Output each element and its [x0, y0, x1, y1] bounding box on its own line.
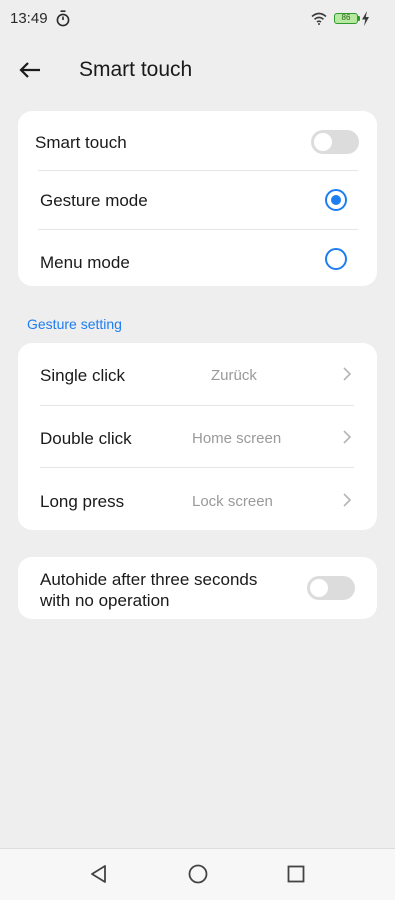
gesture-mode-radio[interactable] — [325, 189, 347, 211]
toggle-knob — [310, 579, 328, 597]
menu-mode-label: Menu mode — [40, 253, 130, 272]
divider — [40, 405, 354, 406]
battery-cap — [358, 16, 360, 21]
divider — [38, 170, 358, 171]
double-click-label: Double click — [40, 429, 132, 448]
battery-level: 86 — [341, 13, 351, 22]
chevron-right-icon — [343, 367, 352, 381]
home-circle-icon[interactable] — [186, 862, 210, 886]
section-header-gesture-setting: Gesture setting — [27, 316, 122, 332]
arrow-left-icon — [19, 62, 40, 78]
autohide-label: Autohide after three seconds with no ope… — [40, 570, 258, 610]
charging-icon — [362, 11, 369, 26]
timer-icon — [56, 10, 70, 27]
divider — [40, 467, 354, 468]
recents-square-icon[interactable] — [284, 862, 308, 886]
smart-touch-toggle-label: Smart touch — [35, 133, 127, 152]
radio-selected-dot — [331, 195, 341, 205]
chevron-right-icon — [343, 430, 352, 444]
long-press-value: Lock screen — [192, 493, 273, 510]
status-bar: 13:49 86 — [0, 0, 395, 38]
page-title: Smart touch — [79, 58, 193, 81]
toggle-knob — [314, 133, 332, 151]
smart-touch-toggle[interactable] — [311, 130, 359, 154]
battery-icon: 86 — [334, 13, 358, 24]
smart-touch-card: Smart touch Gesture mode Menu mode — [18, 111, 377, 286]
gesture-setting-card: Single click Zurück Double click Home sc… — [18, 343, 377, 530]
divider — [38, 229, 358, 230]
menu-mode-radio[interactable] — [325, 248, 347, 270]
single-click-label: Single click — [40, 366, 126, 385]
back-button[interactable] — [16, 56, 44, 84]
navigation-bar — [0, 848, 395, 900]
wifi-icon — [311, 12, 327, 25]
back-triangle-icon[interactable] — [87, 862, 111, 886]
gesture-mode-label: Gesture mode — [40, 191, 148, 210]
autohide-toggle[interactable] — [307, 576, 355, 600]
status-time: 13:49 — [10, 10, 48, 27]
chevron-right-icon — [343, 493, 352, 507]
double-click-value: Home screen — [192, 430, 282, 447]
autohide-card: Autohide after three seconds with no ope… — [18, 557, 377, 619]
long-press-label: Long press — [40, 492, 125, 511]
single-click-value: Zurück — [211, 367, 257, 384]
